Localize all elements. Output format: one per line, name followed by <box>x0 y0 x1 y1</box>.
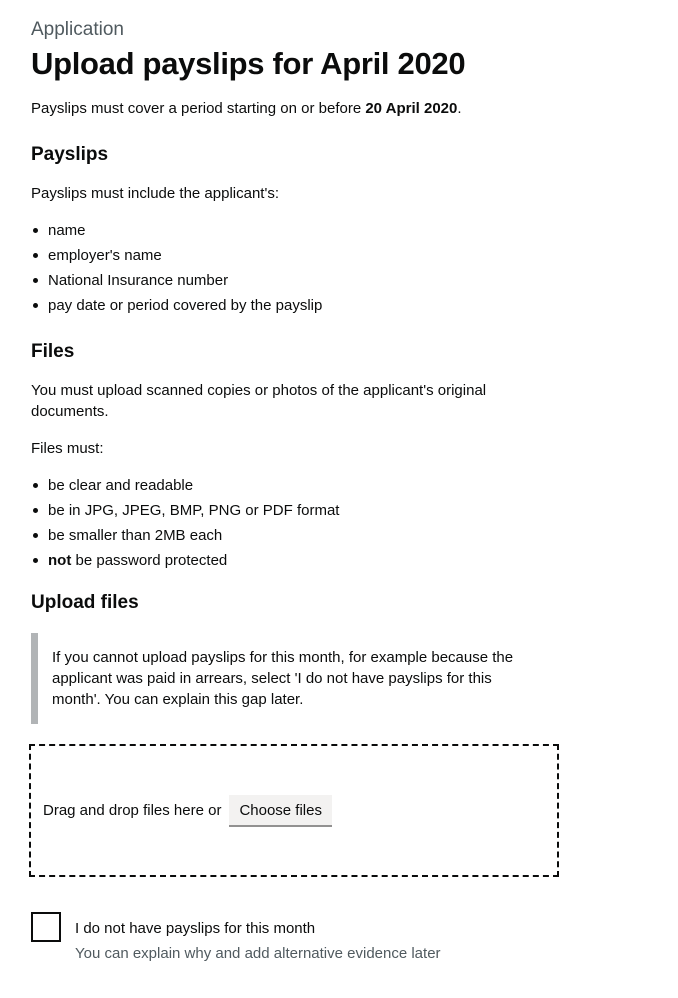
upload-files-heading: Upload files <box>31 592 139 613</box>
page-title: Upload payslips for April 2020 <box>31 46 466 81</box>
choose-files-button[interactable]: Choose files <box>229 794 332 827</box>
payslips-lead: Payslips must include the applicant's: <box>31 185 279 202</box>
page-caption: Application <box>31 19 124 40</box>
list-item: name <box>33 220 631 241</box>
files-heading: Files <box>31 341 75 362</box>
dropzone-text: Drag and drop files here or <box>43 802 222 819</box>
payslips-requirements-list: name employer's name National Insurance … <box>31 220 631 316</box>
list-item-bold: not <box>48 552 72 569</box>
main-content: Application Upload payslips for April 20… <box>31 18 631 748</box>
list-item: pay date or period covered by the paysli… <box>33 295 631 316</box>
list-item-rest: be password protected <box>71 552 228 569</box>
no-payslips-hint: You can explain why and add alternative … <box>75 945 441 962</box>
list-item: be clear and readable <box>33 475 631 496</box>
no-payslips-checkbox[interactable] <box>31 912 61 942</box>
inset-text: If you cannot upload payslips for this m… <box>31 633 550 724</box>
payslips-heading: Payslips <box>31 144 109 165</box>
intro-text: Payslips must cover a period starting on… <box>31 98 631 119</box>
no-payslips-label[interactable]: I do not have payslips for this month <box>75 918 441 939</box>
inset-text-content: If you cannot upload payslips for this m… <box>52 649 514 708</box>
list-item: National Insurance number <box>33 270 631 291</box>
intro-date: 20 April 2020 <box>365 100 458 117</box>
list-item: employer's name <box>33 245 631 266</box>
files-requirements-list: be clear and readable be in JPG, JPEG, B… <box>31 475 631 571</box>
list-item: be smaller than 2MB each <box>33 525 631 546</box>
intro-text-before: Payslips must cover a period starting on… <box>31 100 366 117</box>
list-item: not be password protected <box>33 550 631 571</box>
intro-text-after: . <box>457 100 462 117</box>
files-lead: You must upload scanned copies or photos… <box>31 382 487 420</box>
no-payslips-option: I do not have payslips for this month Yo… <box>31 912 441 964</box>
file-dropzone[interactable]: Drag and drop files here or Choose files <box>29 744 559 877</box>
files-must-label: Files must: <box>31 440 104 457</box>
no-payslips-text: I do not have payslips for this month Yo… <box>75 912 441 964</box>
list-item: be in JPG, JPEG, BMP, PNG or PDF format <box>33 500 631 521</box>
